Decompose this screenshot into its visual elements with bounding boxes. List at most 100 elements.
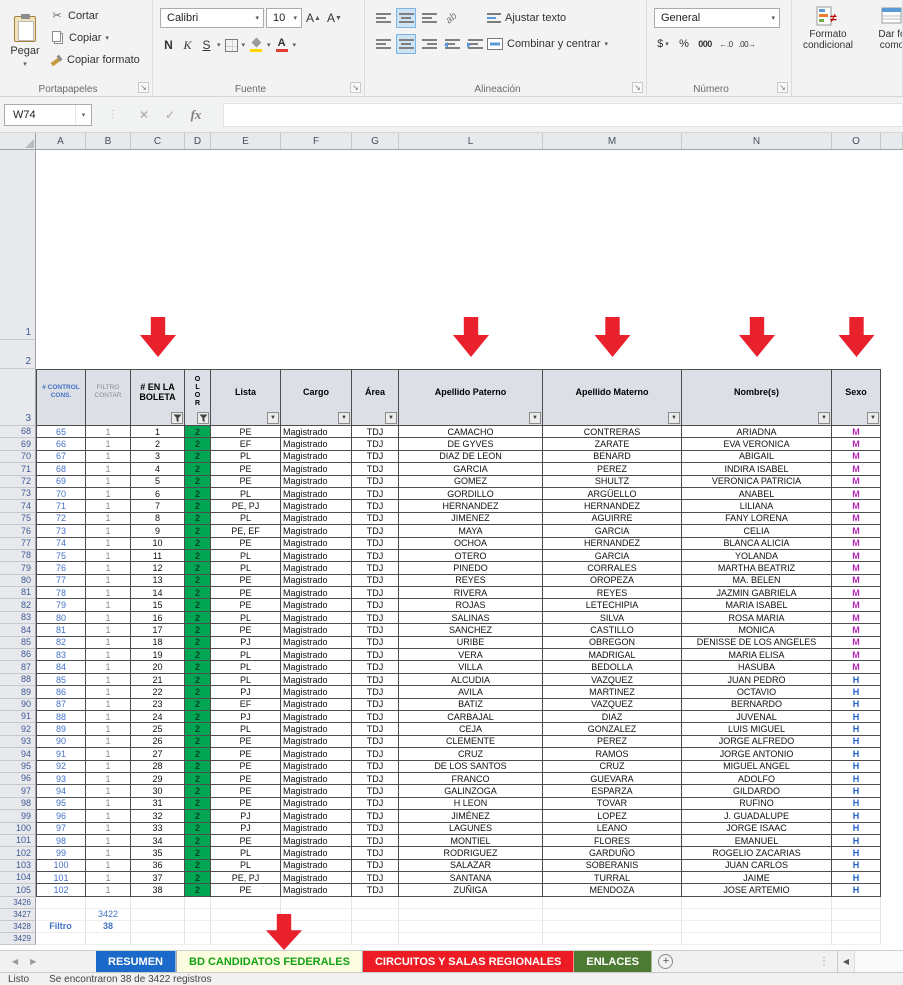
table-cell[interactable]: 1	[131, 426, 185, 438]
table-cell[interactable]: 2	[185, 884, 211, 896]
table-cell[interactable]: PE	[211, 575, 281, 587]
table-cell[interactable]: TDJ	[352, 513, 399, 525]
table-cell[interactable]: TDJ	[352, 488, 399, 500]
table-cell[interactable]: 1	[86, 661, 131, 673]
table-cell[interactable]: TDJ	[352, 463, 399, 475]
table-cell[interactable]: H	[832, 785, 881, 797]
table-cell[interactable]: 87	[36, 699, 86, 711]
table-cell[interactable]: JUVENAL	[682, 711, 832, 723]
table-cell[interactable]: TDJ	[352, 699, 399, 711]
formula-input[interactable]	[223, 103, 903, 127]
font-color-button[interactable]: A	[273, 35, 291, 55]
table-cell[interactable]: 76	[36, 562, 86, 574]
table-cell[interactable]: 2	[185, 438, 211, 450]
sheet-tab-resumen[interactable]: RESUMEN	[96, 951, 176, 972]
filter-funnel-button[interactable]	[171, 412, 183, 424]
table-cell[interactable]: ESPARZA	[543, 785, 682, 797]
table-cell[interactable]	[832, 909, 881, 921]
row-header[interactable]: 102	[0, 847, 36, 859]
table-cell[interactable]: TDJ	[352, 748, 399, 760]
table-cell[interactable]: H	[832, 823, 881, 835]
table-cell[interactable]: REYES	[543, 587, 682, 599]
table-cell[interactable]: 2	[185, 612, 211, 624]
filter-dropdown-button[interactable]: ▼	[529, 412, 541, 424]
table-cell[interactable]: 67	[36, 451, 86, 463]
table-cell[interactable]: 70	[36, 488, 86, 500]
font-name-select[interactable]: Calibri ▾	[160, 8, 264, 28]
table-cell[interactable]: MARTHA BEATRIZ	[682, 562, 832, 574]
table-cell[interactable]: Magistrado	[281, 748, 352, 760]
table-cell[interactable]: 2	[185, 550, 211, 562]
table-cell[interactable]: TDJ	[352, 525, 399, 537]
table-cell[interactable]: ARIADNA	[682, 426, 832, 438]
table-cell[interactable]: TDJ	[352, 661, 399, 673]
copy-button[interactable]: Copiar ▾	[50, 29, 140, 46]
table-cell[interactable]: PL	[211, 451, 281, 463]
column-filter-header-M[interactable]: Apellido Materno▼	[543, 369, 682, 426]
table-cell[interactable]: TDJ	[352, 637, 399, 649]
table-cell[interactable]: M	[832, 476, 881, 488]
row-header[interactable]: 71	[0, 463, 36, 475]
sheet-tab-bd-candidatos-federales[interactable]: BD CANDIDATOS FEDERALES	[176, 951, 363, 972]
table-cell[interactable]: M	[832, 488, 881, 500]
table-cell[interactable]: Magistrado	[281, 810, 352, 822]
table-cell[interactable]: Magistrado	[281, 513, 352, 525]
align-bottom-button[interactable]	[419, 8, 439, 28]
table-cell[interactable]: HERNANDEZ	[399, 500, 543, 512]
table-cell[interactable]: SALINAS	[399, 612, 543, 624]
column-filter-header-L[interactable]: Apellido Paterno▼	[399, 369, 543, 426]
table-cell[interactable]: TDJ	[352, 624, 399, 636]
row-header[interactable]: 85	[0, 637, 36, 649]
row-header[interactable]: 76	[0, 525, 36, 537]
borders-button[interactable]	[223, 35, 240, 55]
table-cell[interactable]	[543, 921, 682, 933]
table-cell[interactable]: 1	[86, 562, 131, 574]
table-cell[interactable]: 1	[86, 513, 131, 525]
row-header[interactable]: 3	[0, 369, 36, 426]
table-cell[interactable]: BEDOLLA	[543, 661, 682, 673]
table-cell[interactable]	[131, 921, 185, 933]
row-header[interactable]: 1	[0, 150, 36, 340]
table-cell[interactable]: 69	[36, 476, 86, 488]
table-cell[interactable]	[399, 933, 543, 945]
table-cell[interactable]: 81	[36, 624, 86, 636]
table-cell[interactable]: OROPEZA	[543, 575, 682, 587]
table-cell[interactable]: JORGE ISAAC	[682, 823, 832, 835]
row-header[interactable]: 97	[0, 785, 36, 797]
table-cell[interactable]: JORGE ALFREDO	[682, 736, 832, 748]
table-cell[interactable]: 26	[131, 736, 185, 748]
table-cell[interactable]	[682, 897, 832, 909]
table-cell[interactable]: Magistrado	[281, 823, 352, 835]
table-cell[interactable]: 16	[131, 612, 185, 624]
sheet-tab-circuitos-y-salas-regionales[interactable]: CIRCUITOS Y SALAS REGIONALES	[363, 951, 574, 972]
table-cell[interactable]	[131, 897, 185, 909]
table-cell[interactable]: 2	[185, 513, 211, 525]
table-cell[interactable]: PL	[211, 674, 281, 686]
row-header[interactable]: 3426	[0, 897, 36, 909]
table-cell[interactable]: 2	[185, 500, 211, 512]
table-cell[interactable]: GILDARDO	[682, 785, 832, 797]
select-all-corner[interactable]	[0, 133, 36, 149]
table-cell[interactable]: TOVAR	[543, 798, 682, 810]
row-header[interactable]: 100	[0, 823, 36, 835]
row-header[interactable]: 99	[0, 810, 36, 822]
table-cell[interactable]: OBREGON	[543, 637, 682, 649]
table-cell[interactable]: 27	[131, 748, 185, 760]
table-cell[interactable]: Magistrado	[281, 463, 352, 475]
table-cell[interactable]: 2	[185, 785, 211, 797]
table-cell[interactable]: MARTINEZ	[543, 686, 682, 698]
table-cell[interactable]: BATIZ	[399, 699, 543, 711]
table-cell[interactable]: 2	[185, 686, 211, 698]
column-filter-header-O[interactable]: Sexo▼	[832, 369, 881, 426]
table-cell[interactable]: 1	[86, 823, 131, 835]
table-cell[interactable]: 23	[131, 699, 185, 711]
table-cell[interactable]: DENISSE DE LOS ANGELES	[682, 637, 832, 649]
table-cell[interactable]: PEREZ	[543, 463, 682, 475]
table-cell[interactable]: GALINZOGA	[399, 785, 543, 797]
table-cell[interactable]: 89	[36, 723, 86, 735]
table-cell[interactable]: FANY LORENA	[682, 513, 832, 525]
table-cell[interactable]: SANTANA	[399, 872, 543, 884]
table-cell[interactable]: OCTAVIO	[682, 686, 832, 698]
table-cell[interactable]: PL	[211, 513, 281, 525]
table-cell[interactable]: 9	[131, 525, 185, 537]
